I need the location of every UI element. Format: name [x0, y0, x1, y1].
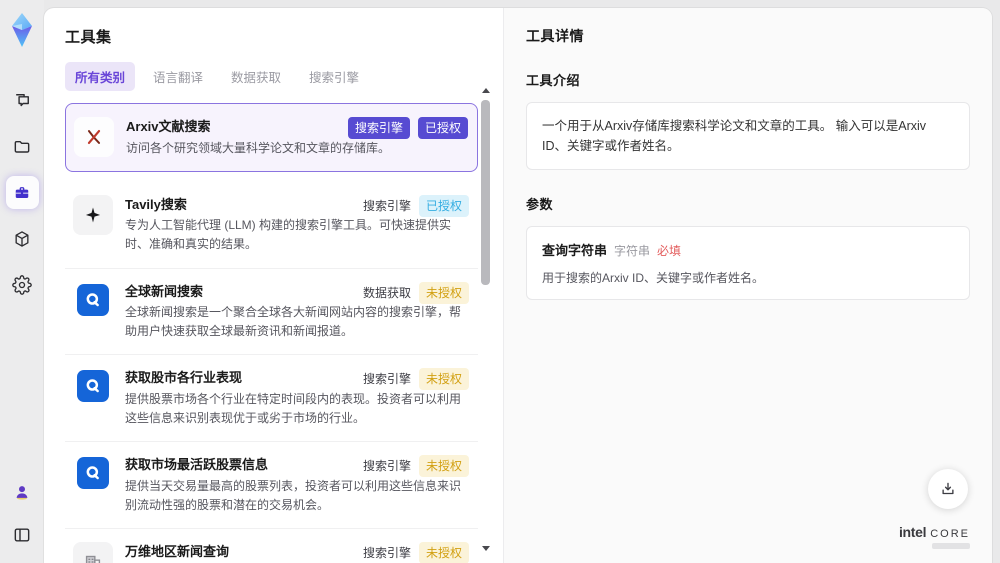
- tool-card-global-news[interactable]: 全球新闻搜索 全球新闻搜索是一个聚合全球各大新闻网站内容的搜索引擎，帮助用户快速…: [65, 268, 478, 356]
- toolset-panel: 工具集 所有类别 语言翻译 数据获取 搜索引擎 Arxiv文献搜索 访问各个研究…: [44, 8, 503, 563]
- details-title: 工具详情: [526, 28, 584, 44]
- tool-card-tavily[interactable]: Tavily搜索 专为人工智能代理 (LLM) 构建的搜索引擎工具。可快速提供实…: [65, 181, 478, 269]
- category-badge: 搜索引擎: [362, 372, 411, 387]
- toolbox-icon: [15, 186, 29, 198]
- panel-toggle-icon: [14, 527, 30, 542]
- status-badge: 未授权: [418, 542, 469, 563]
- list-scrollbar[interactable]: [481, 88, 490, 551]
- tavily-star-icon: [73, 194, 113, 235]
- tool-description: 访问各个研究领域大量科学论文和文章的存储库。: [126, 140, 391, 155]
- nav-toolset[interactable]: [5, 176, 39, 209]
- scrollbar-up-arrow[interactable]: [482, 88, 490, 93]
- category-badge: 搜索引擎: [362, 198, 411, 213]
- rail-nav: [5, 84, 39, 301]
- tab-all-categories[interactable]: 所有类别: [65, 62, 136, 91]
- param-box: 查询字符串 字符串 必填 用于搜索的Arxiv ID、关键字或作者姓名。: [526, 226, 970, 300]
- tool-description: 提供当天交易量最高的股票列表，投资者可以利用这些信息来识别流动性强的股票和潜在的…: [125, 478, 462, 512]
- rail-bottom: [6, 475, 39, 551]
- panel-toggle[interactable]: [6, 518, 39, 551]
- tool-description: 专为人工智能代理 (LLM) 构建的搜索引擎工具。可快速提供实时、准确和真实的结…: [125, 218, 452, 252]
- scrollbar-down-arrow[interactable]: [482, 546, 490, 551]
- intro-text: 一个用于从Arxiv存储库搜索科学论文和文章的工具。 输入可以是Arxiv ID…: [542, 119, 927, 153]
- tool-description: 全球新闻搜索是一个聚合全球各大新闻网站内容的搜索引擎，帮助用户快速获取全球最新资…: [125, 305, 462, 339]
- nav-settings[interactable]: [6, 268, 39, 301]
- status-badge: 已授权: [417, 117, 468, 139]
- folder-icon: [14, 140, 30, 153]
- page-title: 工具集: [65, 29, 112, 46]
- param-required-badge: 必填: [657, 244, 682, 258]
- category-badge: 搜索引擎: [347, 117, 410, 139]
- chat-icon: [16, 93, 29, 106]
- gear-icon: [12, 274, 32, 295]
- intel-wordmark: intel: [898, 524, 927, 540]
- stock-q-icon: [77, 457, 109, 490]
- tool-description: 提供股票市场各个行业在特定时间段内的表现。投资者可以利用这些信息来识别表现优于或…: [125, 391, 462, 426]
- param-name: 查询字符串: [542, 243, 608, 258]
- tool-card-most-active-stocks[interactable]: 获取市场最活跃股票信息 提供当天交易量最高的股票列表，投资者可以利用这些信息来识…: [65, 442, 478, 530]
- cube-icon: [15, 230, 29, 247]
- status-badge: 未授权: [418, 455, 469, 478]
- intro-box: 一个用于从Arxiv存储库搜索科学论文和文章的工具。 输入可以是Arxiv ID…: [526, 102, 970, 170]
- category-badge: 搜索引擎: [362, 459, 411, 474]
- tool-details-panel: 工具详情 工具介绍 一个用于从Arxiv存储库搜索科学论文和文章的工具。 输入可…: [503, 8, 992, 563]
- param-type: 字符串: [614, 244, 651, 258]
- user-avatar[interactable]: [6, 475, 39, 508]
- category-badge: 搜索引擎: [362, 546, 411, 561]
- download-button[interactable]: [928, 469, 968, 509]
- category-badge: 数据获取: [362, 285, 411, 300]
- scrollbar-thumb[interactable]: [481, 100, 490, 285]
- news-q-icon: [77, 283, 109, 316]
- tool-card-sector-performance[interactable]: 获取股市各行业表现 提供股票市场各个行业在特定时间段内的表现。投资者可以利用这些…: [65, 355, 478, 443]
- core-wordmark: CORE: [930, 528, 970, 540]
- intro-heading: 工具介绍: [526, 73, 581, 88]
- nav-packages[interactable]: [6, 222, 39, 255]
- category-tabs: 所有类别 语言翻译 数据获取 搜索引擎: [65, 62, 473, 91]
- tool-card-regional-news[interactable]: 万维地区新闻查询 查询具体行政区划内的新闻，快速了解各地新闻动 搜索引擎 未授权: [65, 529, 478, 563]
- building-icon: [73, 542, 113, 563]
- app-logo-icon[interactable]: [4, 10, 40, 50]
- status-badge: 已授权: [418, 194, 469, 217]
- tab-language-translation[interactable]: 语言翻译: [143, 62, 213, 91]
- main-window: 工具集 所有类别 语言翻译 数据获取 搜索引擎 Arxiv文献搜索 访问各个研究…: [44, 8, 992, 563]
- tab-search-engine[interactable]: 搜索引擎: [299, 62, 369, 91]
- nav-files[interactable]: [6, 130, 39, 163]
- status-badge: 未授权: [418, 368, 469, 391]
- param-description: 用于搜索的Arxiv ID、关键字或作者姓名。: [542, 271, 765, 285]
- tab-data-acquisition[interactable]: 数据获取: [221, 62, 291, 91]
- tool-card-arxiv[interactable]: Arxiv文献搜索 访问各个研究领域大量科学论文和文章的存储库。 搜索引擎 已授…: [65, 103, 478, 172]
- stock-q-icon: [77, 370, 109, 403]
- avatar-icon: [16, 485, 28, 500]
- status-badge: 未授权: [418, 281, 469, 304]
- arxiv-logo-icon: [74, 117, 114, 157]
- left-rail: [0, 0, 44, 563]
- download-icon: [942, 482, 954, 495]
- intel-core-logo: intel CORE: [899, 524, 970, 549]
- params-heading: 参数: [526, 197, 554, 212]
- intel-sub-badge: [932, 543, 970, 549]
- nav-chat[interactable]: [6, 84, 39, 117]
- tool-list: Arxiv文献搜索 访问各个研究领域大量科学论文和文章的存储库。 搜索引擎 已授…: [65, 103, 478, 563]
